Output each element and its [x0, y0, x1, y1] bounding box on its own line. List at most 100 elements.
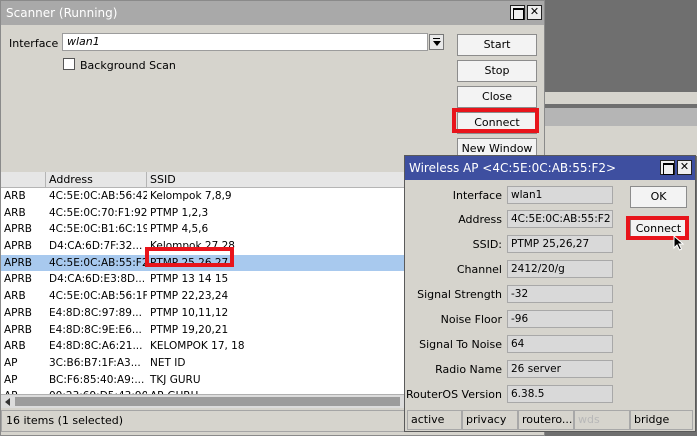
table-row[interactable]: APRB D4:CA:6D:E3:8D... PTMP 13 14 15: [1, 271, 405, 288]
ap-field-value: 6.38.5: [507, 385, 613, 403]
ap-field-value: 26 server: [507, 360, 613, 378]
table-row[interactable]: APRB E4:8D:8C:9E:E6... PTMP 19,20,21: [1, 322, 405, 339]
wireless-ap-window: Wireless AP <4C:5E:0C:AB:55:F2> ✕ Interf…: [404, 155, 696, 432]
row-address: E4:8D:8C:9E:E6...: [49, 323, 142, 336]
stop-button[interactable]: Stop: [457, 60, 537, 82]
row-ssid: PTMP 13 14 15: [150, 273, 229, 286]
status-privacy: privacy: [462, 410, 518, 430]
row-flags: APRB: [4, 256, 33, 269]
ap-field-label: RouterOS Version: [405, 388, 502, 401]
row-address: 3C:B6:B7:1F:A3...: [49, 356, 141, 369]
table-row[interactable]: APRB E4:8D:8C:97:89... PTMP 10,11,12: [1, 305, 405, 322]
row-ssid: PTMP 22,23,24: [150, 290, 229, 303]
row-address: E4:8D:8C:97:89...: [49, 306, 142, 319]
ap-field-label: Address: [458, 213, 502, 226]
scanner-title: Scanner (Running): [6, 6, 118, 20]
table-row[interactable]: APRB 4C:5E:0C:B1:6C:19 PTMP 4,5,6: [1, 221, 405, 238]
interface-label: Interface: [9, 37, 59, 50]
ap-titlebar[interactable]: Wireless AP <4C:5E:0C:AB:55:F2>: [405, 156, 695, 180]
row-address: D4:CA:6D:7F:32...: [49, 240, 143, 253]
row-flags: ARB: [4, 190, 26, 202]
dropdown-arrow-icon[interactable]: [429, 34, 444, 50]
status-active: active: [407, 410, 462, 430]
table-row[interactable]: ARB E4:8D:8C:A6:21... KELOMPOK 17, 18: [1, 338, 405, 355]
ap-field-value: -32: [507, 285, 613, 303]
close-icon[interactable]: ✕: [527, 5, 542, 20]
row-flags: ARB: [4, 290, 26, 303]
ap-field-value: wlan1: [507, 186, 613, 204]
row-ssid: PTMP 1,2,3: [150, 206, 209, 219]
table-header: Address SSID: [1, 172, 405, 188]
row-flags: APRB: [4, 306, 33, 319]
ap-field-value: 2412/20/g: [507, 260, 613, 278]
table-row[interactable]: ARB 4C:5E:0C:AB:56:42 Kelompok 7,8,9: [1, 188, 405, 205]
mouse-cursor-icon: [673, 235, 685, 251]
column-header-address[interactable]: Address: [46, 172, 147, 188]
close-button[interactable]: Close: [457, 86, 537, 108]
row-ssid: NET ID: [150, 356, 186, 369]
row-ssid: TKJ GURU: [150, 373, 201, 386]
status-routeros: routero...: [518, 410, 574, 430]
ap-field-value: -96: [507, 310, 613, 328]
close-icon[interactable]: ✕: [677, 160, 692, 175]
row-flags: ARB: [4, 340, 26, 353]
background-scan-checkbox[interactable]: [63, 58, 75, 70]
row-address: 4C:5E:0C:AB:55:F2: [49, 256, 147, 269]
row-ssid: PTMP 4,5,6: [150, 223, 209, 236]
scanner-status-bar: 16 items (1 selected): [1, 410, 405, 432]
horizontal-scrollbar[interactable]: [1, 394, 405, 408]
maximize-icon[interactable]: [510, 5, 525, 20]
row-flags: APRB: [4, 240, 33, 253]
background-window-edge: [545, 92, 697, 104]
table-row[interactable]: ARB 4C:5E:0C:70:F1:92 PTMP 1,2,3: [1, 205, 405, 222]
row-ssid: KELOMPOK 17, 18: [150, 340, 245, 353]
row-address: 4C:5E:0C:AB:56:1F: [49, 290, 147, 303]
scanner-titlebar[interactable]: Scanner (Running): [1, 1, 544, 25]
scan-results-table: Address SSID ARB 4C:5E:0C:AB:56:42 Kelompo…: [1, 172, 405, 394]
scroll-left-icon[interactable]: [5, 398, 10, 406]
interface-select[interactable]: wlan1: [62, 33, 428, 51]
row-ssid: PTMP 19,20,21: [150, 323, 229, 336]
row-flags: APRB: [4, 323, 33, 336]
row-address: D4:CA:6D:E3:8D...: [49, 273, 146, 286]
column-header-flags[interactable]: [1, 172, 46, 188]
table-row[interactable]: ARB 4C:5E:0C:AB:56:1F PTMP 22,23,24: [1, 288, 405, 305]
ap-status-bar: active privacy routero... wds bridge: [407, 410, 695, 430]
background-scan-label: Background Scan: [80, 59, 176, 72]
ap-field-label: Interface: [452, 189, 502, 202]
ok-button[interactable]: OK: [630, 186, 687, 208]
row-flags: APRB: [4, 273, 33, 286]
row-address: 4C:5E:0C:70:F1:92: [49, 206, 147, 219]
row-address: 4C:5E:0C:AB:56:42: [49, 190, 147, 202]
background-window-edge: [545, 126, 697, 156]
scrollbar-thumb[interactable]: [15, 397, 400, 406]
ap-field-value: 64: [507, 335, 613, 353]
ap-field-label: Radio Name: [435, 363, 502, 376]
ap-field-label: Signal To Noise: [419, 338, 502, 351]
row-address: BC:F6:85:40:A9:...: [49, 373, 145, 386]
status-bridge: bridge: [630, 410, 693, 430]
status-wds: wds: [574, 410, 630, 430]
start-button[interactable]: Start: [457, 34, 537, 56]
ap-field-label: Signal Strength: [417, 288, 502, 301]
row-address: E4:8D:8C:A6:21...: [49, 340, 143, 353]
row-ssid: Kelompok 7,8,9: [150, 190, 232, 202]
maximize-icon[interactable]: [660, 160, 675, 175]
table-row[interactable]: AP BC:F6:85:40:A9:... TKJ GURU: [1, 372, 405, 389]
row-flags: APRB: [4, 223, 33, 236]
row-flags: AP: [4, 356, 18, 369]
row-flags: AP: [4, 373, 18, 386]
table-body: ARB 4C:5E:0C:AB:56:42 Kelompok 7,8,9 ARB 4C:…: [1, 188, 405, 394]
ap-field-value: 4C:5E:0C:AB:55:F2: [507, 210, 613, 228]
ap-title: Wireless AP <4C:5E:0C:AB:55:F2>: [409, 161, 617, 175]
ap-field-label: Channel: [456, 263, 502, 276]
ap-field-value: PTMP 25,26,27: [507, 235, 613, 253]
connect-highlight-box: [452, 108, 539, 133]
column-header-ssid[interactable]: SSID: [147, 172, 405, 188]
ssid-highlight-box: [145, 247, 234, 267]
ap-field-label: Noise Floor: [440, 313, 502, 326]
ap-field-label: SSID:: [472, 238, 502, 251]
row-address: 4C:5E:0C:B1:6C:19: [49, 223, 147, 236]
row-ssid: PTMP 10,11,12: [150, 306, 229, 319]
table-row[interactable]: AP 3C:B6:B7:1F:A3... NET ID: [1, 355, 405, 372]
